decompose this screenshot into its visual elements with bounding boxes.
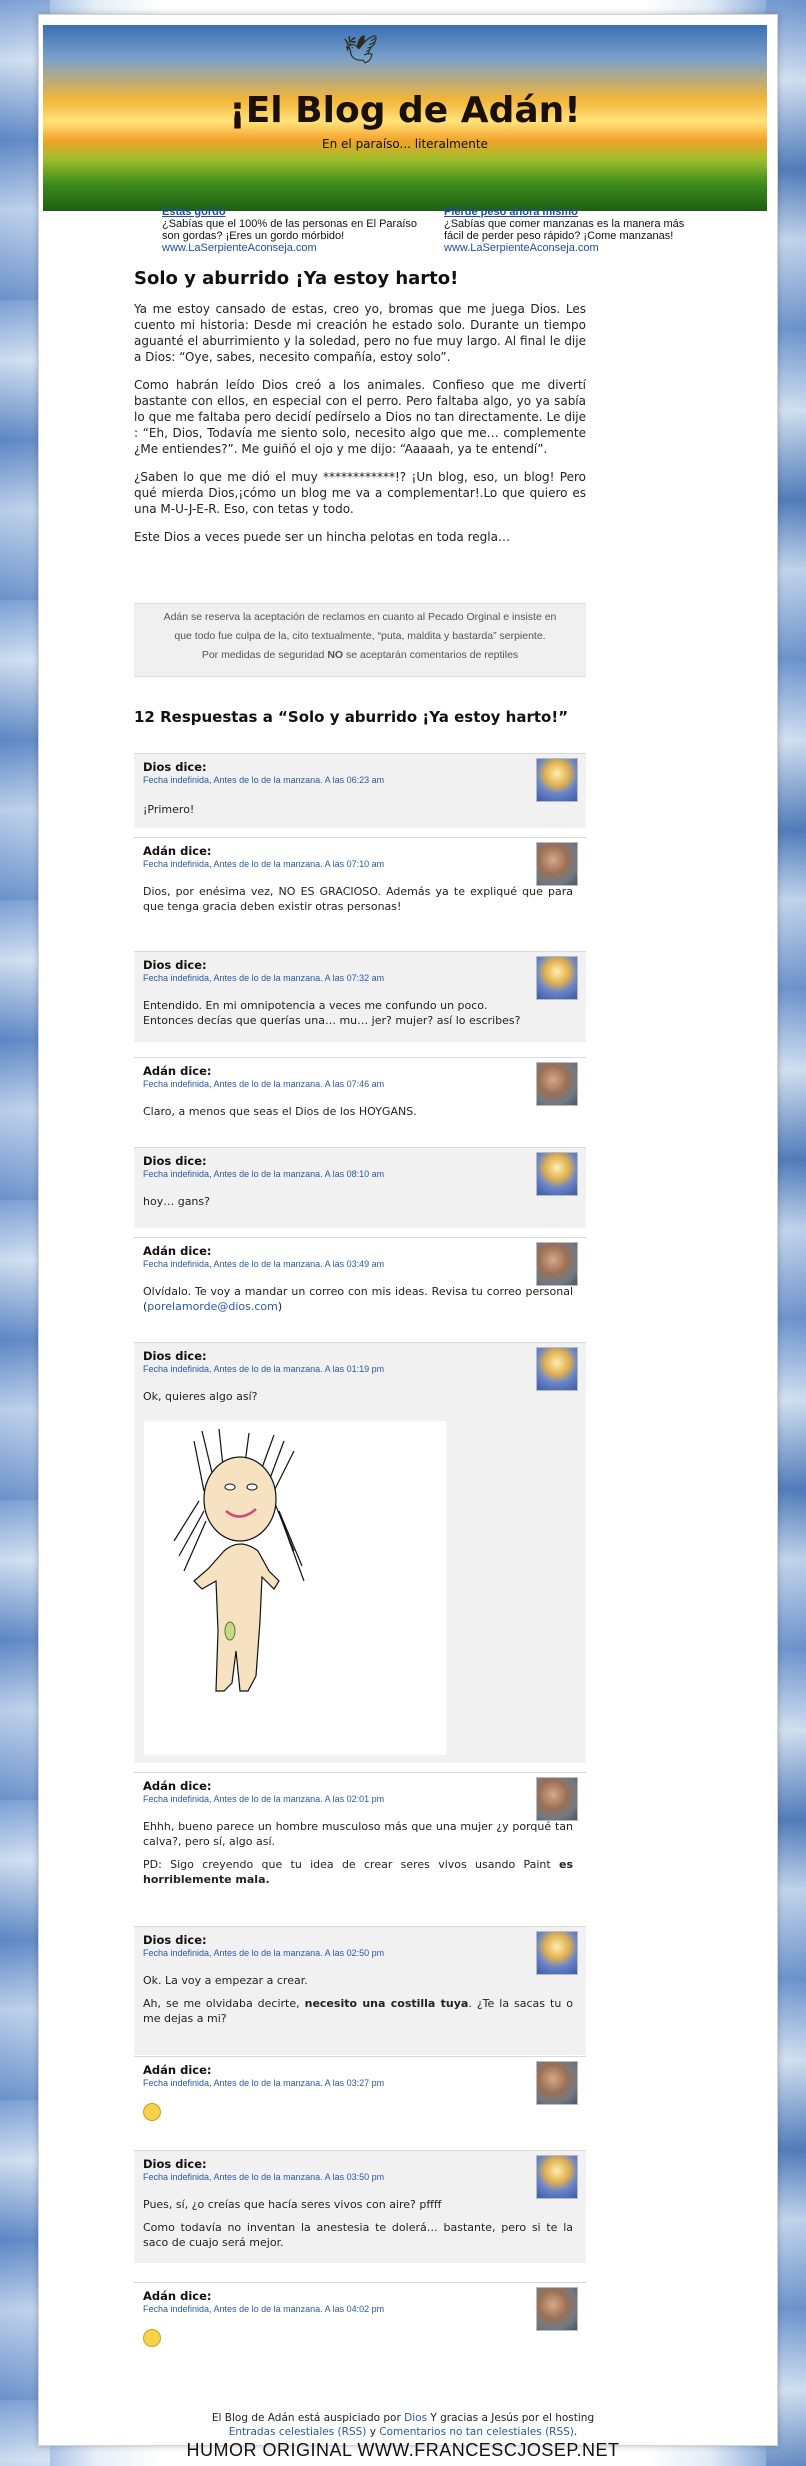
comment-date[interactable]: Fecha indefinida, Antes de lo de la manz… (143, 973, 384, 983)
paint-drawing (144, 1421, 446, 1755)
comment-author: Adán dice: (143, 1064, 212, 1078)
paint-drawing-svg (173, 1428, 305, 1692)
post-paragraph: ¿Saben lo que me dió el muy ************… (134, 470, 586, 516)
comment-author: Dios dice: (143, 1154, 207, 1168)
comment-body (143, 2103, 573, 2125)
blog-post: Solo y aburrido ¡Ya estoy harto! Ya me e… (134, 268, 586, 557)
comment-date[interactable]: Fecha indefinida, Antes de lo de la manz… (143, 1794, 384, 1804)
comment-author: Adán dice: (143, 1244, 212, 1258)
dios-avatar (536, 758, 578, 802)
comment-body: Entendido. En mi omnipotencia a veces me… (143, 999, 521, 1027)
responses-heading: 12 Respuestas a “Solo y aburrido ¡Ya est… (134, 708, 569, 726)
comment: Adán dice: Fecha indefinida, Antes de lo… (134, 1057, 586, 1142)
comment-author: Dios dice: (143, 760, 207, 774)
comment-body: Olvídalo. Te voy a mandar un correo con … (143, 1285, 573, 1313)
post-paragraph: Ya me estoy cansado de estas, creo yo, b… (134, 302, 586, 364)
dios-avatar (536, 1152, 578, 1196)
adan-avatar (536, 2061, 578, 2105)
post-title[interactable]: Solo y aburrido ¡Ya estoy harto! (134, 268, 586, 289)
comment-body (143, 2329, 573, 2351)
bird-icon: 🕊 (343, 33, 379, 66)
comment: Adán dice: Fecha indefinida, Antes de lo… (134, 837, 586, 936)
comment: Dios dice: Fecha indefinida, Antes de lo… (134, 753, 586, 828)
notice-line: Por medidas de seguridad NO se aceptarán… (201, 649, 519, 661)
comment-body: Ok, quieres algo así? (143, 1390, 258, 1403)
ad-url[interactable]: www.LaSerpienteAconseja.com (162, 242, 422, 254)
comment-body: Ehhh, bueno parece un hombre musculoso m… (143, 1820, 573, 1886)
comment-author: Adán dice: (143, 1779, 212, 1793)
notice-line: Adán se reserva la aceptación de reclamo… (163, 611, 557, 623)
comment-date[interactable]: Fecha indefinida, Antes de lo de la manz… (143, 1169, 384, 1179)
comment-date[interactable]: Fecha indefinida, Antes de lo de la manz… (143, 2078, 384, 2088)
notice-line: que todo fue culpa de la, cito textualme… (174, 630, 546, 642)
smiley-icon (143, 2329, 161, 2347)
ad-block: Estas gordo ¿Sabías que el 100% de las p… (122, 206, 684, 256)
comment-author: Adán dice: (143, 2289, 212, 2303)
blog-title[interactable]: ¡El Blog de Adán! (43, 90, 767, 131)
comment-date[interactable]: Fecha indefinida, Antes de lo de la manz… (143, 2304, 384, 2314)
comment-date[interactable]: Fecha indefinida, Antes de lo de la manz… (143, 1364, 384, 1374)
dios-link[interactable]: Dios (404, 2412, 427, 2424)
watermark-text: HUMOR ORIGINAL WWW.FRANCESCJOSEP.NET (186, 2440, 620, 2460)
comment: Adán dice: Fecha indefinida, Antes de lo… (134, 1772, 586, 1917)
comment-body: hoy… gans? (143, 1195, 210, 1208)
comment-body: ¡Primero! (143, 803, 195, 816)
rss-comments-link[interactable]: Comentarios no tan celestiales (RSS) (379, 2426, 574, 2438)
comment: Dios dice: Fecha indefinida, Antes de lo… (134, 1147, 586, 1228)
comment-body: Pues, sí, ¿o creías que hacía seres vivo… (143, 2198, 573, 2249)
ad-text: ¿Sabías que comer manzanas es la manera … (444, 218, 685, 242)
ad-text: ¿Sabías que el 100% de las personas en E… (162, 218, 417, 242)
email-link[interactable]: porelamorde@dios.com (147, 1300, 278, 1313)
comment-author: Dios dice: (143, 1933, 207, 1947)
ad-title[interactable]: Pierde peso ahora mismo (444, 206, 578, 218)
comment-author: Dios dice: (143, 1349, 207, 1363)
post-paragraph: Este Dios a veces puede ser un hincha pe… (134, 530, 510, 544)
comment: Adán dice: Fecha indefinida, Antes de lo… (134, 2056, 586, 2149)
comment-body: Dios, por enésima vez, NO ES GRACIOSO. A… (143, 885, 573, 913)
ad-1[interactable]: Estas gordo ¿Sabías que el 100% de las p… (162, 206, 422, 254)
comment-date[interactable]: Fecha indefinida, Antes de lo de la manz… (143, 1259, 384, 1269)
ad-title[interactable]: Estas gordo (162, 206, 226, 218)
comment: Adán dice: Fecha indefinida, Antes de lo… (134, 2282, 586, 2375)
comment-policy-notice: Adán se reserva la aceptación de reclamo… (134, 603, 586, 677)
blog-subtitle: En el paraíso... literalmente (322, 137, 488, 151)
comment: Adán dice: Fecha indefinida, Antes de lo… (134, 1237, 586, 1330)
comment-date[interactable]: Fecha indefinida, Antes de lo de la manz… (143, 1948, 384, 1958)
blog-footer: El Blog de Adán está auspiciado por Dios… (211, 2412, 595, 2438)
smiley-icon (143, 2103, 161, 2121)
comment-date[interactable]: Fecha indefinida, Antes de lo de la manz… (143, 775, 384, 785)
dios-avatar (536, 1931, 578, 1975)
adan-avatar (536, 1777, 578, 1821)
comment: Dios dice: Fecha indefinida, Antes de lo… (134, 2150, 586, 2263)
comment-date[interactable]: Fecha indefinida, Antes de lo de la manz… (143, 1079, 384, 1089)
adan-avatar (536, 1062, 578, 1106)
comment-body: Claro, a menos que seas el Dios de los H… (143, 1105, 417, 1118)
comment-body: Ok. La voy a empezar a crear. Ah, se me o… (143, 1974, 574, 2025)
comment-author: Dios dice: (143, 2157, 207, 2171)
comment: Dios dice: Fecha indefinida, Antes de lo… (134, 951, 586, 1042)
comment-date[interactable]: Fecha indefinida, Antes de lo de la manz… (143, 859, 384, 869)
adan-avatar (536, 1242, 578, 1286)
ad-2[interactable]: Pierde peso ahora mismo ¿Sabías que come… (444, 206, 704, 254)
dios-avatar (536, 1347, 578, 1391)
ad-url[interactable]: www.LaSerpienteAconseja.com (444, 242, 704, 254)
adan-avatar (536, 842, 578, 886)
comment-author: Adán dice: (143, 2063, 212, 2077)
comment: Dios dice: Fecha indefinida, Antes de lo… (134, 1926, 586, 2055)
dios-avatar (536, 2155, 578, 2199)
post-paragraph: Como habrán leído Dios creó a los animal… (134, 378, 586, 456)
blog-header: 🕊 ¡El Blog de Adán! En el paraíso... lit… (43, 25, 767, 211)
rss-entries-link[interactable]: Entradas celestiales (RSS) (229, 2426, 367, 2438)
comment-author: Adán dice: (143, 844, 212, 858)
comment: Dios dice: Fecha indefinida, Antes de lo… (134, 1342, 586, 1763)
dios-avatar (536, 956, 578, 1000)
comment-author: Dios dice: (143, 958, 207, 972)
adan-avatar (536, 2287, 578, 2331)
comment-date[interactable]: Fecha indefinida, Antes de lo de la manz… (143, 2172, 384, 2182)
